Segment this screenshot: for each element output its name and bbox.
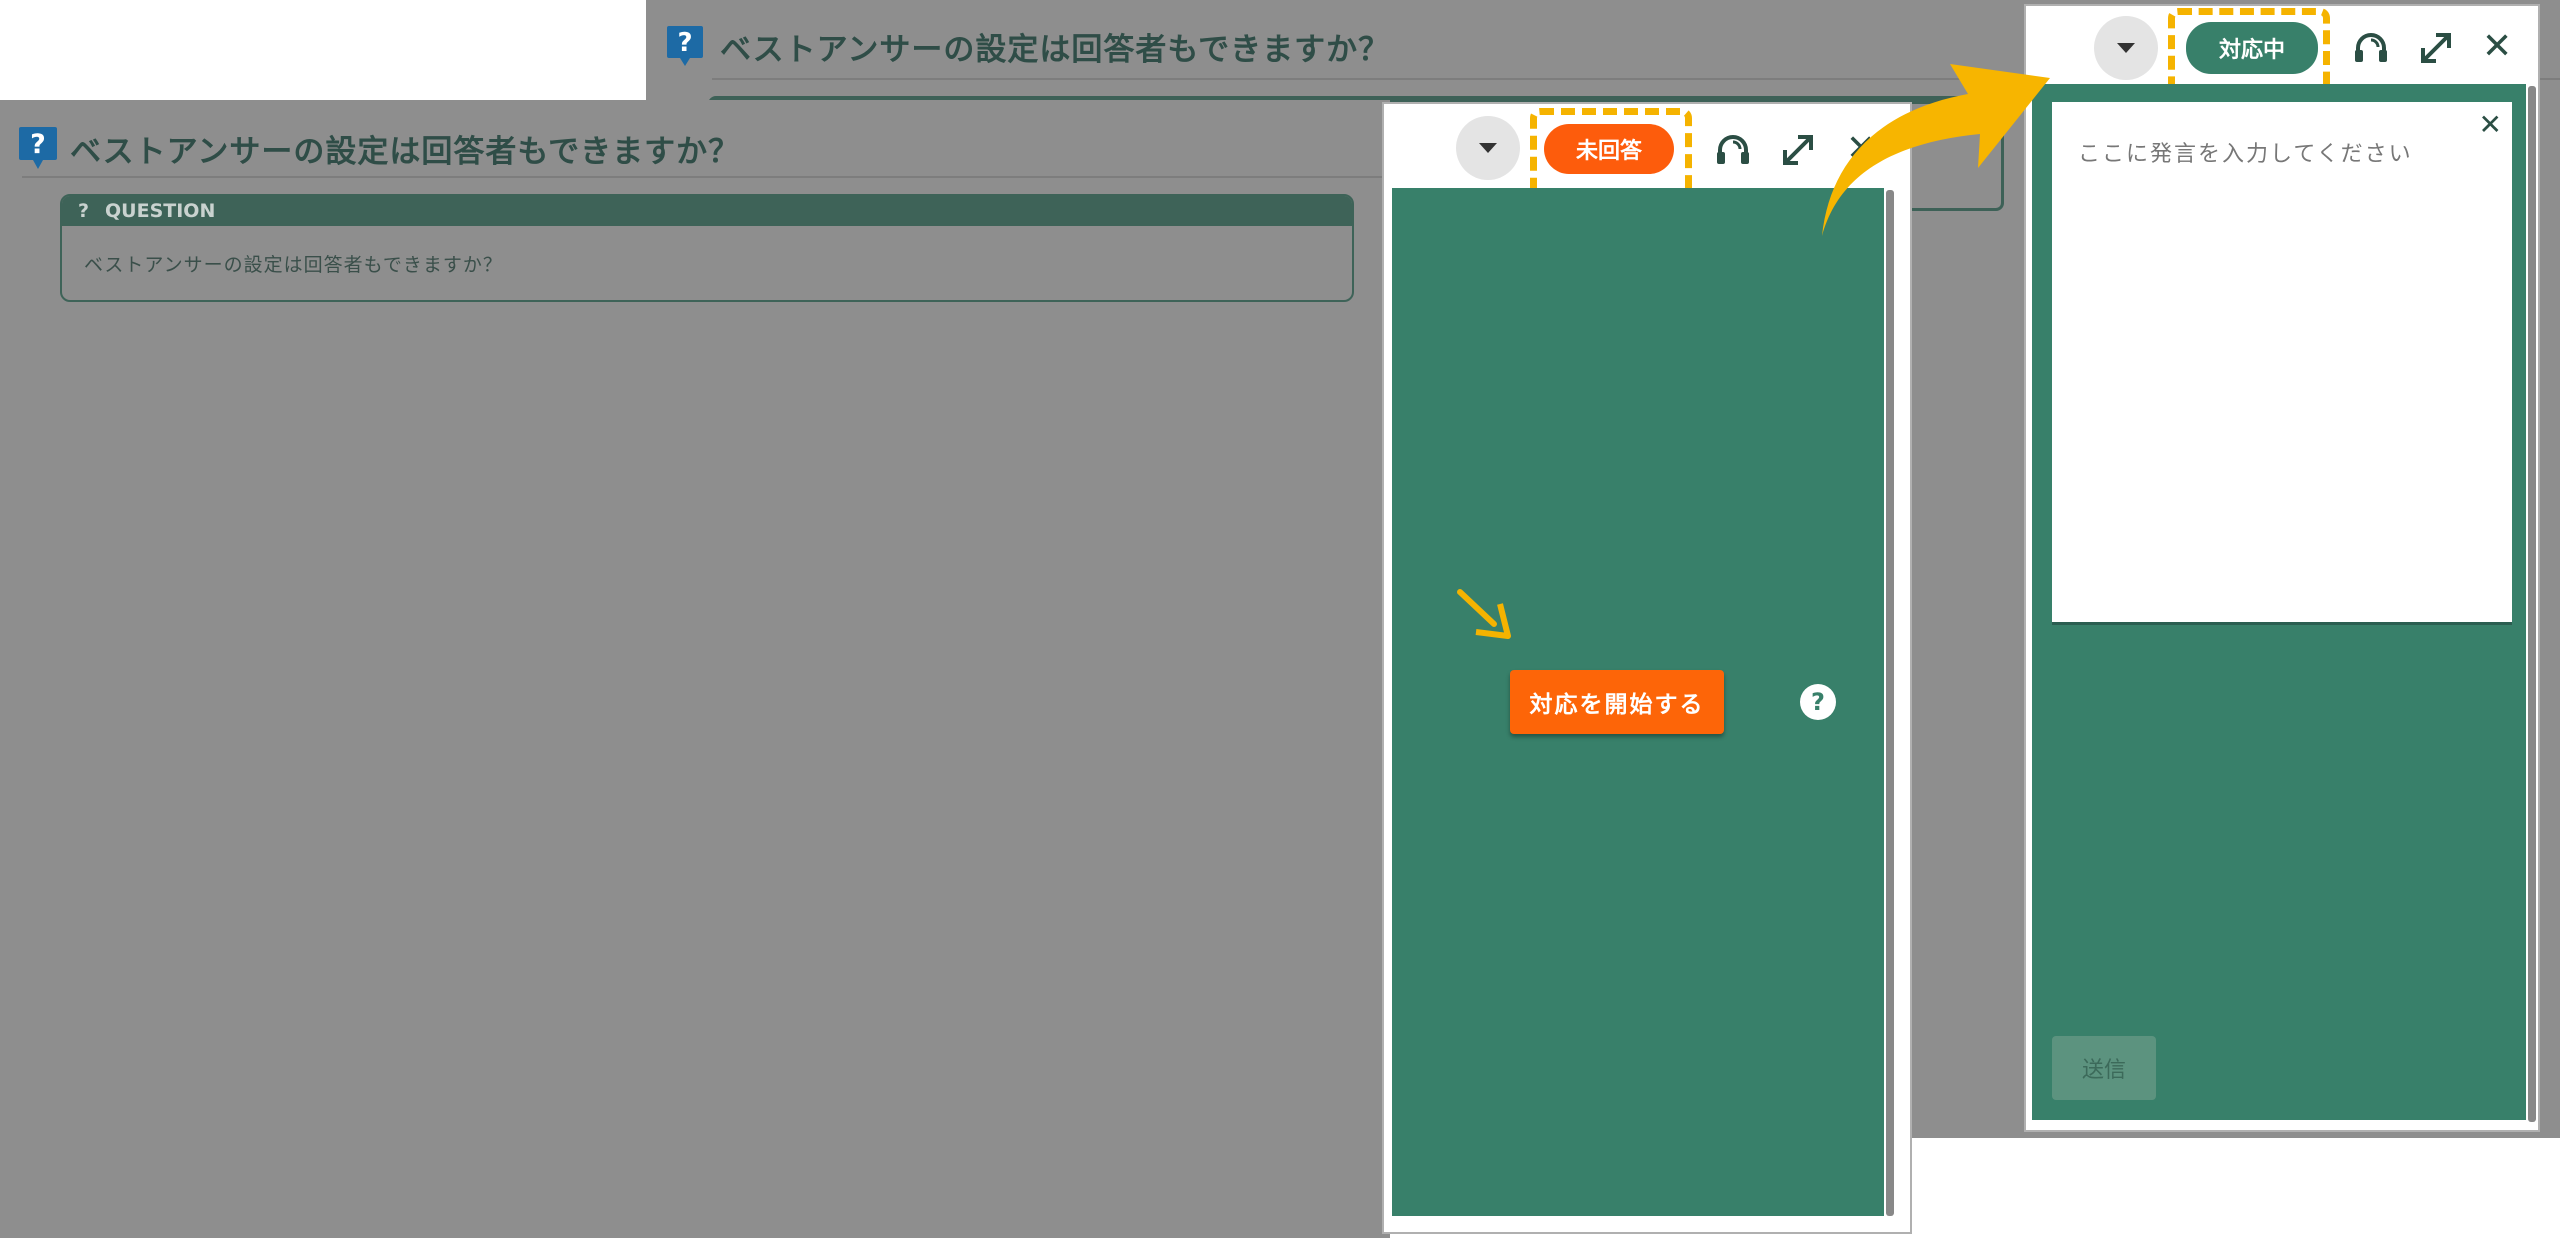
chat-body: ここに発言を入力してください ✕ 送信 [2032, 84, 2526, 1120]
scrollbar[interactable] [2528, 86, 2536, 1122]
expand-icon[interactable] [2418, 30, 2454, 66]
input-close-icon[interactable]: ✕ [2479, 108, 2502, 141]
question-header-label: QUESTION [105, 200, 216, 222]
chat-panel-unanswered: 未回答 ✕ 対応を開始する ? [1384, 104, 1910, 1232]
chevron-down-icon [1479, 143, 1497, 153]
chat-panel-in-progress: 対応中 ✕ ここに発言を入力してください ✕ 送信 [2026, 6, 2538, 1130]
panel-header: 対応中 ✕ [2026, 6, 2538, 102]
start-button-label: 対応を開始する [1529, 692, 1705, 718]
message-input[interactable]: ここに発言を入力してください ✕ [2052, 102, 2512, 625]
status-label: 未回答 [1575, 139, 1642, 164]
scrollbar[interactable] [1886, 190, 1894, 1216]
headset-icon[interactable] [2352, 30, 2390, 66]
dropdown-button[interactable] [2094, 16, 2158, 80]
help-label: ? [1811, 688, 1825, 716]
start-response-button[interactable]: 対応を開始する [1510, 670, 1724, 734]
status-badge[interactable]: 未回答 [1544, 124, 1674, 174]
page-title-row: ? ベストアンサーの設定は回答者もできますか？ [18, 120, 740, 176]
headset-icon[interactable] [1714, 132, 1752, 168]
title-divider [22, 176, 1392, 178]
question-body: ベストアンサーの設定は回答者もできますか？ [84, 254, 503, 276]
question-icon: ? [19, 127, 57, 169]
help-icon[interactable]: ? [1800, 684, 1836, 720]
status-label: 対応中 [2218, 38, 2285, 63]
pointer-arrow-icon [1457, 589, 1511, 639]
send-button-label: 送信 [2081, 1058, 2126, 1083]
question-header: ? QUESTION [62, 196, 1352, 226]
question-mark: ? [78, 200, 90, 222]
send-button[interactable]: 送信 [2052, 1036, 2156, 1100]
page-title: ベストアンサーの設定は回答者もできますか？ [720, 31, 1391, 68]
question-icon: ? [667, 26, 703, 66]
close-icon[interactable]: ✕ [2482, 26, 2512, 67]
page-title-row: ? ベストアンサーの設定は回答者もできますか？ [666, 18, 1390, 74]
question-box: ? QUESTION ベストアンサーの設定は回答者もできますか？ [60, 194, 1354, 302]
page-title: ベストアンサーの設定は回答者もできますか？ [70, 133, 741, 170]
input-placeholder: ここに発言を入力してください [2078, 142, 2413, 167]
chevron-down-icon [2117, 43, 2135, 53]
dropdown-button[interactable] [1456, 116, 1520, 180]
chat-body: 対応を開始する ? [1392, 188, 1884, 1216]
transition-arrow-icon [1822, 64, 2050, 236]
screenshot-before: ? ベストアンサーの設定は回答者もできますか？ ? QUESTION ベストアン… [0, 100, 1392, 1238]
svg-text:?: ? [677, 28, 692, 58]
status-badge[interactable]: 対応中 [2186, 22, 2318, 74]
svg-text:?: ? [30, 129, 46, 160]
